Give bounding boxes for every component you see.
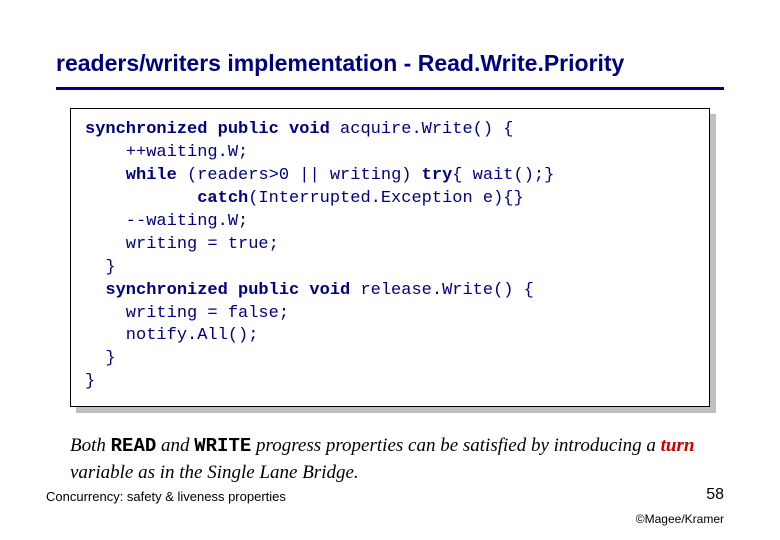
code-line-11: } [85, 349, 116, 368]
code-line-3-kw2: try [422, 166, 453, 185]
code-container: synchronized public void acquire.Write()… [70, 108, 710, 407]
caption-t1: Both [70, 435, 111, 456]
code-line-3b: { wait();} [452, 166, 554, 185]
code-line-9: writing = false; [85, 304, 289, 323]
code-line-3-kw1: while [85, 166, 177, 185]
page-number: 58 [706, 486, 724, 504]
caption-t4: variable as in the Single Lane Bridge. [70, 462, 359, 483]
code-line-2: ++waiting.W; [85, 143, 248, 162]
code-line-3a: (readers>0 || writing) [177, 166, 422, 185]
code-line-10: notify.All(); [85, 326, 258, 345]
code-line-1: acquire.Write() { [330, 120, 514, 139]
copyright: ©Magee/Kramer [636, 512, 724, 526]
code-line-6: writing = true; [85, 235, 279, 254]
caption-write: WRITE [194, 435, 251, 457]
caption-t2: and [156, 435, 194, 456]
caption: Both READ and WRITE progress properties … [70, 433, 710, 485]
title-divider [56, 87, 724, 90]
code-line-5: --waiting.W; [85, 212, 248, 231]
code-line-4-kw: catch [85, 189, 248, 208]
code-box: synchronized public void acquire.Write()… [70, 108, 710, 407]
code-line-12: } [85, 372, 95, 391]
caption-t3: progress properties can be satisfied by … [251, 435, 660, 456]
code-block: synchronized public void acquire.Write()… [85, 119, 695, 394]
slide: readers/writers implementation - Read.Wr… [0, 0, 780, 540]
code-line-7: } [85, 258, 116, 277]
caption-turn: turn [661, 435, 695, 456]
code-line-4: (Interrupted.Exception e){} [248, 189, 523, 208]
caption-read: READ [111, 435, 157, 457]
code-line-1-kw: synchronized public void [85, 120, 330, 139]
code-line-8-kw: synchronized public void [85, 281, 350, 300]
footer-title: Concurrency: safety & liveness propertie… [46, 489, 286, 504]
code-line-8: release.Write() { [350, 281, 534, 300]
slide-title: readers/writers implementation - Read.Wr… [56, 50, 724, 77]
